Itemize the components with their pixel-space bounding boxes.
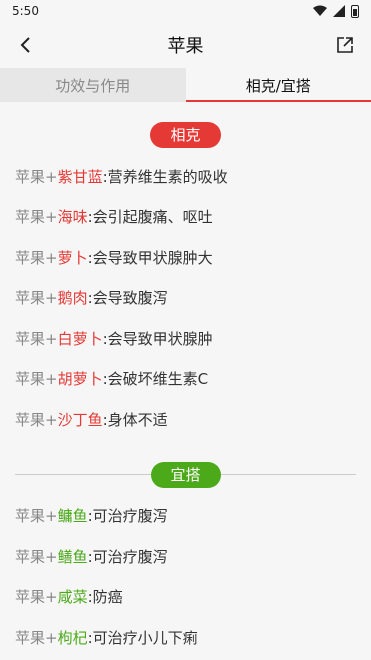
content: 相克 苹果+ 紫甘蓝:营养维生素的吸收 苹果+ 海味:会引起腹痛、呕吐 苹果+ 萝卜:会导…: [0, 122, 371, 658]
item-description: :可治疗腹泻: [87, 547, 168, 566]
status-bar: 5:50: [0, 0, 371, 22]
item-description: :防癌: [87, 588, 123, 607]
wifi-icon: [313, 5, 327, 16]
item-base: 苹果+: [15, 329, 58, 348]
item-base: 苹果+: [15, 248, 58, 267]
item-description: :会导致甲状腺肿大: [87, 248, 213, 267]
item-base: 苹果+: [15, 370, 58, 389]
item-description: :可治疗小儿下痢: [87, 628, 198, 647]
item-description: :会导致腹泻: [87, 289, 168, 308]
list-item: 苹果+ 白萝卜:会导致甲状腺肿: [15, 318, 356, 359]
item-food: 鳝鱼: [57, 547, 88, 566]
item-base: 苹果+: [15, 289, 58, 308]
list-item: 苹果+ 紫甘蓝:营养维生素的吸收: [15, 156, 356, 197]
battery-icon: [351, 4, 359, 18]
item-food: 鹅肉: [57, 289, 88, 308]
item-food: 紫甘蓝: [57, 167, 103, 186]
item-base: 苹果+: [15, 588, 58, 607]
list-item: 苹果+ 萝卜:会导致甲状腺肿大: [15, 237, 356, 278]
list-item: 苹果+ 沙丁鱼:身体不适: [15, 399, 356, 440]
tab-bar: 功效与作用 相克/宜搭: [0, 68, 371, 102]
item-description: :会导致甲状腺肿: [102, 329, 213, 348]
item-description: :可治疗腹泻: [87, 507, 168, 526]
divider-line-left: [15, 474, 151, 475]
item-description: :身体不适: [102, 410, 168, 429]
back-icon[interactable]: [14, 33, 38, 57]
item-food: 白萝卜: [57, 329, 103, 348]
page-title: 苹果: [167, 36, 204, 57]
item-food: 咸菜: [57, 588, 88, 607]
list-item: 苹果+ 鹅肉:会导致腹泻: [15, 278, 356, 319]
tab-conflict-suitable[interactable]: 相克/宜搭: [185, 68, 371, 102]
item-base: 苹果+: [15, 547, 58, 566]
list-item: 苹果+ 枸杞:可治疗小儿下痢: [15, 617, 356, 658]
item-base: 苹果+: [15, 628, 58, 647]
item-base: 苹果+: [15, 507, 58, 526]
list-item: 苹果+ 胡萝卜:会破坏维生素C: [15, 359, 356, 400]
suitable-list: 苹果+ 鳙鱼:可治疗腹泻 苹果+ 鳝鱼:可治疗腹泻 苹果+ 咸菜:防癌 苹果+ 枸杞:可治疗小…: [15, 496, 356, 658]
section-divider: 宜搭: [15, 461, 357, 488]
list-item: 苹果+ 咸菜:防癌: [15, 577, 356, 618]
tab-effects[interactable]: 功效与作用: [0, 68, 186, 102]
conflict-list: 苹果+ 紫甘蓝:营养维生素的吸收 苹果+ 海味:会引起腹痛、呕吐 苹果+ 萝卜:会导致甲状…: [15, 156, 356, 440]
list-item: 苹果+ 鳙鱼:可治疗腹泻: [15, 496, 356, 537]
item-base: 苹果+: [15, 208, 58, 227]
item-description: :会破坏维生素C: [102, 370, 209, 389]
conflict-badge: 相克: [150, 122, 221, 148]
item-food: 海味: [57, 208, 88, 227]
item-base: 苹果+: [15, 410, 58, 429]
item-food: 胡萝卜: [57, 370, 103, 389]
share-icon[interactable]: [333, 33, 357, 57]
item-base: 苹果+: [15, 167, 58, 186]
cellular-icon: [333, 5, 345, 17]
suitable-badge: 宜搭: [150, 461, 221, 488]
item-description: :营养维生素的吸收: [102, 167, 228, 186]
list-item: 苹果+ 海味:会引起腹痛、呕吐: [15, 197, 356, 238]
item-food: 萝卜: [57, 248, 88, 267]
item-food: 枸杞: [57, 628, 88, 647]
status-time: 5:50: [12, 4, 39, 18]
item-description: :会引起腹痛、呕吐: [87, 208, 213, 227]
conflict-header: 相克: [15, 122, 356, 148]
item-food: 沙丁鱼: [57, 410, 103, 429]
list-item: 苹果+ 鳝鱼:可治疗腹泻: [15, 536, 356, 577]
divider-line-right: [220, 474, 357, 475]
titlebar: 苹果: [0, 22, 371, 68]
item-food: 鳙鱼: [57, 507, 88, 526]
status-icons: [313, 4, 359, 18]
